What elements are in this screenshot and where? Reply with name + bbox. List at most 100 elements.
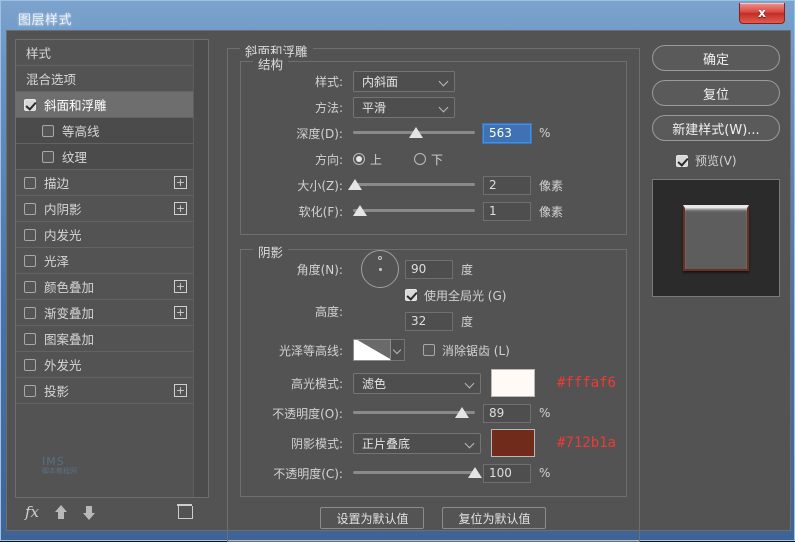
global-light-label: 使用全局光 (G) — [423, 288, 507, 303]
sidebar-item-checkbox[interactable] — [42, 124, 54, 137]
angle-dial[interactable] — [360, 250, 399, 288]
reset-default-button[interactable]: 复位为默认值 — [442, 507, 547, 529]
shadow-opacity-input[interactable]: 100 — [482, 463, 531, 483]
highlight-opacity-slider[interactable] — [352, 404, 475, 422]
size-input[interactable]: 2 — [482, 175, 531, 195]
sidebar-item-label: 等高线 — [62, 124, 100, 139]
method-select[interactable]: 平滑 — [352, 96, 455, 118]
soften-input[interactable]: 1 — [482, 201, 531, 221]
depth-unit: % — [538, 126, 551, 140]
shadow-opacity-thumb[interactable] — [467, 467, 482, 478]
sidebar-item-0[interactable]: 样式 — [16, 40, 193, 66]
sidebar-item-6[interactable]: 内阴影 + — [16, 196, 193, 222]
sidebar-item-1[interactable]: 混合选项 — [16, 66, 193, 92]
sidebar-item-12[interactable]: 外发光 — [16, 352, 193, 378]
soften-unit: 像素 — [538, 204, 563, 219]
style-select[interactable]: 内斜面 — [352, 70, 455, 92]
antialias-checkbox[interactable] — [422, 344, 435, 356]
style-list-scrollbar[interactable] — [192, 40, 208, 497]
angle-dial-center — [378, 268, 382, 271]
sidebar-item-3[interactable]: 等高线 — [16, 118, 193, 144]
row-soften: 软化(F): 1 像素 — [251, 198, 616, 224]
new-style-button[interactable]: 新建样式(W)... — [652, 115, 780, 141]
styles-panel: 样式 混合选项 斜面和浮雕 等高线 纹理 描边 + 内阴影 + 内发光 光泽 颜色叠加 + 渐变叠加 + 图案… — [7, 31, 217, 530]
shadow-opacity-slider[interactable] — [352, 464, 482, 482]
shadow-color-swatch[interactable] — [490, 429, 535, 457]
shadow-hex-note: #712b1a — [556, 435, 616, 451]
altitude-input[interactable]: 32 — [404, 311, 453, 331]
ok-button[interactable]: 确定 — [652, 45, 780, 71]
sidebar-item-4[interactable]: 纹理 — [16, 144, 193, 170]
close-icon[interactable]: x — [739, 3, 785, 24]
options-panel: 斜面和浮雕 结构 样式: 内斜面 方法: 平滑 深度(D): 563 % 方向:… — [217, 31, 646, 542]
depth-slider-thumb[interactable] — [409, 127, 424, 138]
highlight-opacity-thumb[interactable] — [454, 407, 469, 418]
reset-button[interactable]: 复位 — [652, 80, 780, 106]
depth-slider[interactable] — [352, 124, 475, 142]
style-list[interactable]: 样式 混合选项 斜面和浮雕 等高线 纹理 描边 + 内阴影 + 内发光 光泽 颜色叠加 + 渐变叠加 + 图案… — [15, 39, 209, 498]
sidebar-item-5[interactable]: 描边 + — [16, 170, 193, 196]
sidebar-item-checkbox[interactable] — [24, 254, 36, 267]
sidebar-item-checkbox[interactable] — [24, 98, 36, 111]
sidebar-item-checkbox[interactable] — [24, 332, 36, 345]
fx-icon[interactable]: fx — [25, 503, 39, 521]
preview-checkbox[interactable] — [676, 154, 688, 167]
size-slider-thumb[interactable] — [348, 179, 363, 190]
sidebar-item-checkbox[interactable] — [24, 358, 36, 371]
depth-input[interactable]: 563 — [481, 122, 532, 144]
highlight-hex-note: #fffaf6 — [556, 375, 616, 391]
actions-panel: 确定 复位 新建样式(W)... 预览(V) — [646, 31, 790, 530]
sidebar-item-checkbox[interactable] — [24, 228, 36, 241]
move-down-icon[interactable] — [83, 505, 96, 520]
sidebar-item-11[interactable]: 图案叠加 — [16, 326, 193, 352]
sidebar-item-checkbox[interactable] — [24, 202, 36, 215]
sidebar-item-8[interactable]: 光泽 — [16, 248, 193, 274]
shadow-mode-select[interactable]: 正片叠底 — [352, 432, 481, 454]
structure-legend: 结构 — [252, 54, 288, 73]
soften-slider-thumb[interactable] — [353, 205, 368, 216]
sidebar-item-label: 投影 — [44, 384, 70, 399]
altitude-unit: 度 — [460, 314, 473, 329]
size-slider-track — [352, 183, 475, 186]
direction-up-radio[interactable] — [352, 153, 365, 165]
highlight-opacity-input[interactable]: 89 — [482, 403, 531, 423]
sidebar-item-13[interactable]: 投影 + — [16, 378, 193, 404]
add-effect-icon[interactable]: + — [173, 176, 187, 189]
highlight-mode-label: 高光模式: — [290, 376, 343, 391]
set-default-button[interactable]: 设置为默认值 — [320, 507, 425, 529]
sidebar-item-7[interactable]: 内发光 — [16, 222, 193, 248]
add-effect-icon[interactable]: + — [173, 384, 187, 397]
structure-group: 结构 样式: 内斜面 方法: 平滑 深度(D): 563 % 方向: 上 下 大… — [239, 54, 627, 235]
soften-slider[interactable] — [352, 202, 475, 220]
sidebar-item-label: 图案叠加 — [44, 332, 95, 347]
shadow-opacity-track — [352, 471, 475, 474]
move-up-icon[interactable] — [55, 504, 68, 520]
highlight-color-swatch[interactable] — [490, 369, 535, 397]
sidebar-item-checkbox[interactable] — [24, 280, 36, 293]
sidebar-item-checkbox[interactable] — [24, 306, 36, 319]
shadow-mode-label: 阴影模式: — [290, 436, 343, 451]
size-unit: 像素 — [538, 178, 563, 193]
add-effect-icon[interactable]: + — [173, 306, 187, 319]
sidebar-item-checkbox[interactable] — [24, 176, 36, 189]
add-effect-icon[interactable]: + — [173, 202, 187, 215]
sidebar-item-label: 混合选项 — [26, 72, 77, 87]
add-effect-icon[interactable]: + — [173, 280, 187, 293]
styles-toolbar: fx — [15, 498, 209, 526]
angle-input[interactable]: 90 — [404, 259, 453, 279]
direction-down-radio[interactable] — [414, 153, 426, 165]
titlebar: 图层样式 x — [6, 3, 789, 30]
global-light-checkbox[interactable] — [404, 289, 417, 301]
sidebar-item-checkbox[interactable] — [42, 150, 54, 163]
sidebar-item-checkbox[interactable] — [24, 384, 36, 397]
sidebar-item-10[interactable]: 渐变叠加 + — [16, 300, 193, 326]
gloss-contour-swatch[interactable] — [352, 339, 391, 361]
sidebar-item-2[interactable]: 斜面和浮雕 — [16, 92, 193, 118]
sidebar-item-9[interactable]: 颜色叠加 + — [16, 274, 193, 300]
sidebar-item-label: 颜色叠加 — [44, 280, 95, 295]
highlight-mode-select[interactable]: 滤色 — [352, 372, 481, 394]
trash-icon[interactable] — [176, 503, 193, 519]
size-slider[interactable] — [348, 176, 475, 194]
gloss-contour-chevron-down-icon[interactable] — [390, 339, 405, 361]
soften-slider-track — [352, 209, 475, 212]
